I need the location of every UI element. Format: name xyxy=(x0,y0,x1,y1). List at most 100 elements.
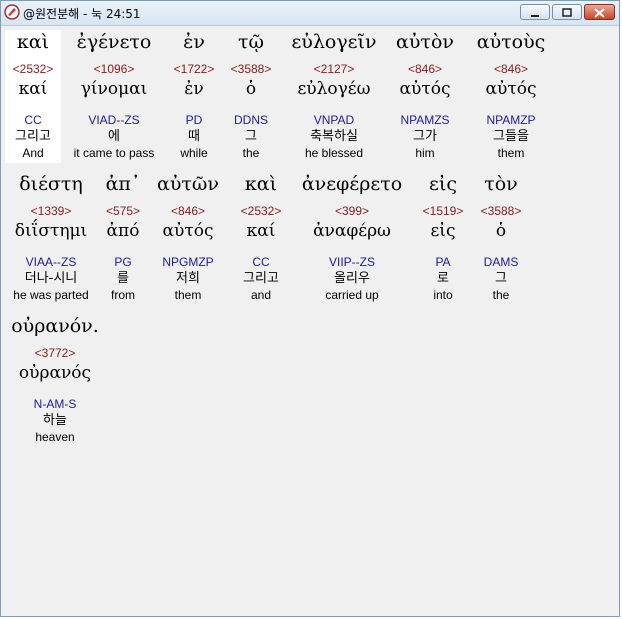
window-title: @원전분해 - 눅 24:51 xyxy=(23,7,141,21)
lemma: εὐλογέω xyxy=(297,79,371,99)
korean-gloss: 더나-시니 xyxy=(24,271,78,286)
morphology-code: PA xyxy=(435,255,451,269)
strong-number: <1519> xyxy=(422,204,464,218)
strong-number: <1096> xyxy=(93,62,135,76)
morphology-code: VIAA--ZS xyxy=(25,255,77,269)
morphology-code: CC xyxy=(252,255,270,269)
korean-gloss: 에 xyxy=(108,129,120,144)
greek-word: ἐν xyxy=(183,31,205,53)
morphology-code: CC xyxy=(24,113,42,127)
lemma: ἐν xyxy=(184,79,204,99)
title-bar[interactable]: @원전분해 - 눅 24:51 xyxy=(1,1,619,26)
korean-gloss: 저희 xyxy=(176,271,200,286)
korean-gloss: 하늘 xyxy=(43,413,67,428)
strong-number: <3588> xyxy=(230,62,272,76)
greek-word: διέστη xyxy=(19,173,83,195)
interlinear-word[interactable]: τῷ <3588> ὁ DDNS 그 the xyxy=(226,30,276,160)
lemma: αὐτός xyxy=(485,79,537,99)
english-gloss: he blessed xyxy=(304,146,364,160)
lemma: ἀναφέρω xyxy=(313,221,391,241)
english-gloss: them xyxy=(174,288,202,302)
lemma: γίνομαι xyxy=(80,79,148,99)
strong-number: <846> xyxy=(493,62,529,76)
korean-gloss: 올리우 xyxy=(334,271,370,286)
greek-word: εὐλογεῖν xyxy=(291,31,377,53)
greek-word: ἐγένετο xyxy=(76,31,152,53)
english-gloss: carried up xyxy=(325,288,379,302)
english-gloss: he was parted xyxy=(13,288,89,302)
lemma: ὁ xyxy=(495,221,507,241)
interlinear-word[interactable]: ἀπ᾽ <575> ἀπό PG 를 from xyxy=(100,172,146,302)
interlinear-word[interactable]: καὶ <2532> καί CC 그리고 And xyxy=(5,30,61,163)
interlinear-word[interactable]: εἰς <1519> εἰς PA 로 into xyxy=(418,172,468,302)
interlinear-content: καὶ <2532> καί CC 그리고 And ἐγένετο <1096>… xyxy=(4,28,616,612)
strong-number: <2127> xyxy=(313,62,355,76)
morphology-code: DAMS xyxy=(483,255,519,269)
korean-gloss: 그리고 xyxy=(243,271,279,286)
greek-word: τὸν xyxy=(484,173,518,195)
strong-number: <846> xyxy=(407,62,443,76)
close-icon xyxy=(594,8,605,18)
greek-word: αὐτὸν xyxy=(396,31,454,53)
interlinear-word[interactable]: ἐγένετο <1096> γίνομαι VIAD--ZS 에 it cam… xyxy=(66,30,162,160)
interlinear-word[interactable]: ἀνεφέρετο <399> ἀναφέρω VIIP--ZS 올리우 car… xyxy=(296,172,408,302)
english-gloss: while xyxy=(180,146,208,160)
morphology-code: PG xyxy=(114,255,132,269)
lemma: ὁ xyxy=(245,79,257,99)
interlinear-word[interactable]: αὐτῶν <846> αὐτός NPGMZP 저희 them xyxy=(154,172,222,302)
interlinear-word[interactable]: οὐρανόν. <3772> οὐρανός N-AM-S 하늘 heaven xyxy=(8,314,102,444)
english-gloss: and xyxy=(250,288,272,302)
morphology-code: DDNS xyxy=(233,113,268,127)
morphology-code: VIAD--ZS xyxy=(88,113,140,127)
interlinear-word[interactable]: καὶ <2532> καί CC 그리고 and xyxy=(232,172,290,302)
english-gloss: from xyxy=(111,288,135,302)
interlinear-word[interactable]: ἐν <1722> ἐν PD 때 while xyxy=(169,30,219,160)
close-button[interactable] xyxy=(584,4,615,20)
bible-app-icon xyxy=(4,4,20,20)
minimize-button[interactable] xyxy=(520,4,550,20)
korean-gloss: 그 xyxy=(245,129,257,144)
morphology-code: PD xyxy=(185,113,203,127)
lemma: καί xyxy=(246,221,276,241)
english-gloss: the xyxy=(242,146,260,160)
strong-number: <1339> xyxy=(30,204,72,218)
strong-number: <575> xyxy=(105,204,141,218)
interlinear-word[interactable]: τὸν <3588> ὁ DAMS 그 the xyxy=(476,172,526,302)
strong-number: <399> xyxy=(334,204,370,218)
maximize-button[interactable] xyxy=(552,4,582,20)
strong-number: <846> xyxy=(170,204,206,218)
lemma: καί xyxy=(18,79,48,99)
korean-gloss: 를 xyxy=(117,271,129,286)
korean-gloss: 그가 xyxy=(413,129,437,144)
interlinear-word[interactable]: αὐτοὺς <846> αὐτός NPAMZP 그들을 them xyxy=(469,30,553,160)
morphology-code: VIIP--ZS xyxy=(328,255,375,269)
lemma: διΐστημι xyxy=(14,221,88,241)
greek-word: αὐτῶν xyxy=(157,173,219,195)
lemma: ἀπό xyxy=(106,221,140,241)
morphology-code: NPAMZP xyxy=(486,113,536,127)
english-gloss: it came to pass xyxy=(73,146,155,160)
lemma: αὐτός xyxy=(162,221,214,241)
greek-word: εἰς xyxy=(429,173,457,195)
morphology-code: NPAMZS xyxy=(400,113,450,127)
korean-gloss: 로 xyxy=(437,271,449,286)
korean-gloss: 때 xyxy=(188,129,200,144)
interlinear-word[interactable]: εὐλογεῖν <2127> εὐλογέω VNPAD 축복하실 he bl… xyxy=(284,30,384,160)
minimize-icon xyxy=(531,15,539,17)
strong-number: <2532> xyxy=(12,62,54,76)
english-gloss: And xyxy=(22,146,44,160)
greek-word: καὶ xyxy=(244,173,278,195)
interlinear-word[interactable]: διέστη <1339> διΐστημι VIAA--ZS 더나-시니 he… xyxy=(6,172,96,302)
lemma: εἰς xyxy=(430,221,456,241)
greek-word: αὐτοὺς xyxy=(476,31,546,53)
english-gloss: into xyxy=(433,288,453,302)
english-gloss: heaven xyxy=(35,430,75,444)
greek-word: ἀπ᾽ xyxy=(105,173,141,195)
interlinear-word[interactable]: αὐτὸν <846> αὐτός NPAMZS 그가 him xyxy=(390,30,460,160)
morphology-code: VNPAD xyxy=(313,113,355,127)
korean-gloss: 그 xyxy=(495,271,507,286)
greek-word: οὐρανόν. xyxy=(11,315,99,337)
lemma: αὐτός xyxy=(399,79,451,99)
english-gloss: the xyxy=(492,288,510,302)
lemma: οὐρανός xyxy=(18,363,92,383)
